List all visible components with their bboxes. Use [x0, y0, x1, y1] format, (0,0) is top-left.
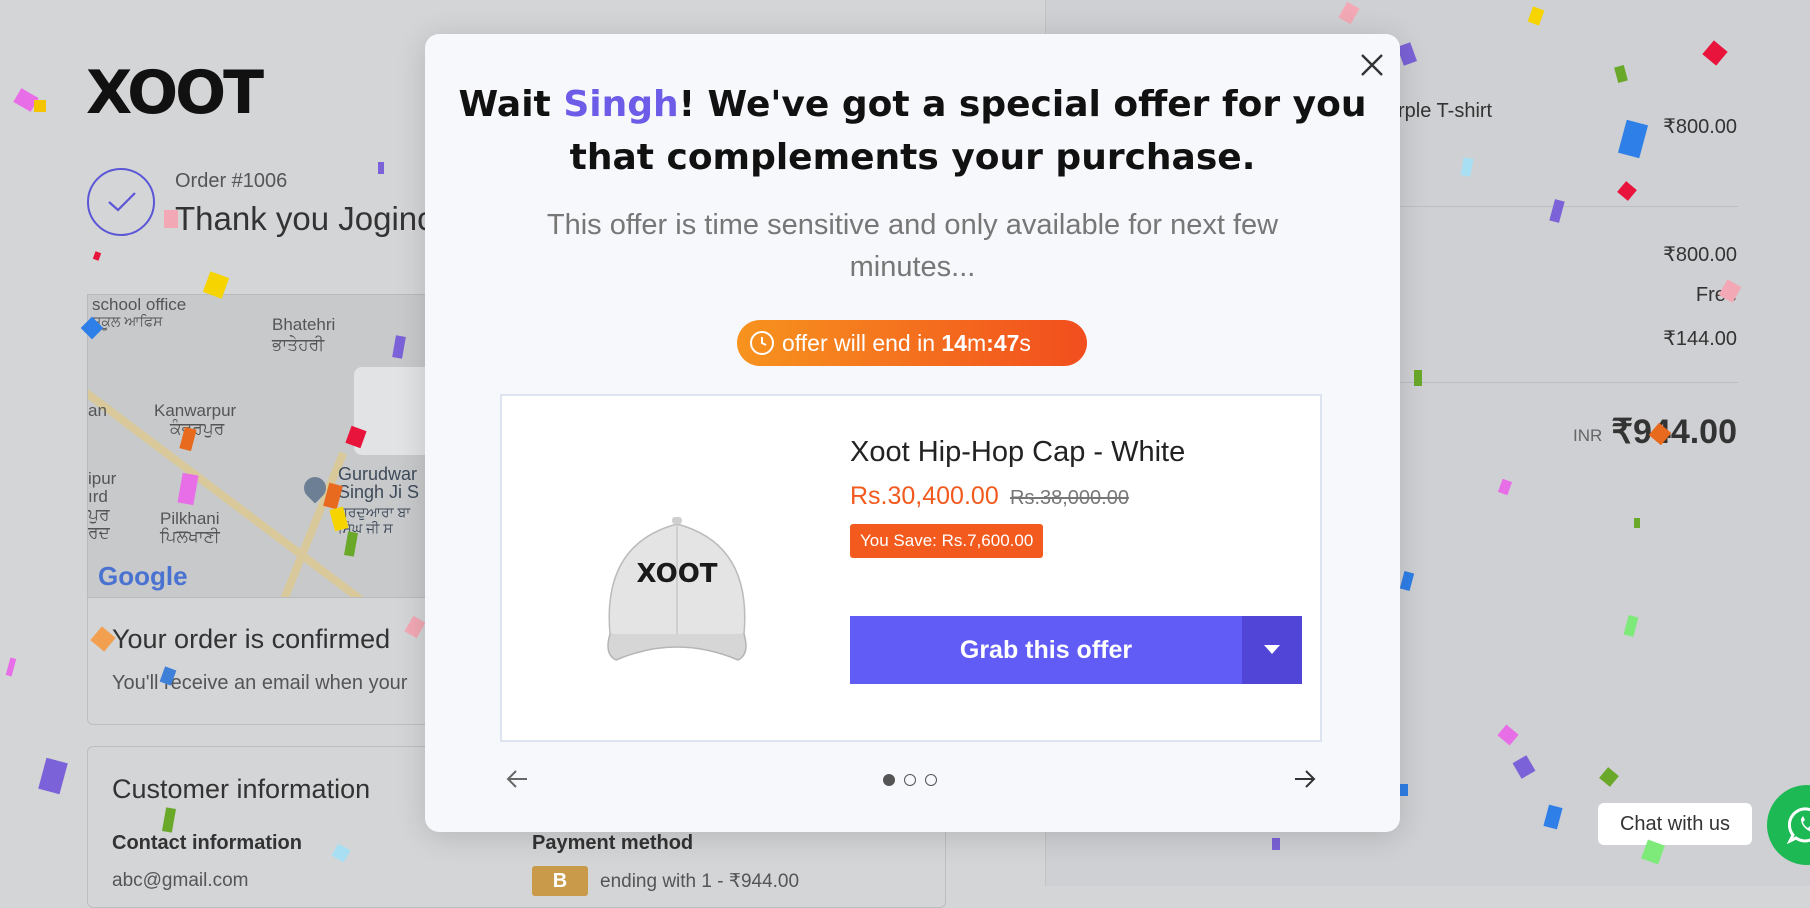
customer-name: Singh [563, 84, 679, 125]
savings-badge: You Save: Rs.7,600.00 [850, 524, 1044, 558]
cap-image-icon: XOOT [607, 517, 747, 661]
arrow-right-icon [1295, 770, 1316, 788]
chevron-down-icon [1264, 645, 1280, 654]
offer-title-suffix: ! We've got a special offer for you that… [569, 84, 1367, 178]
carousel-dot[interactable] [883, 774, 895, 786]
countdown-seconds: 47 [993, 330, 1020, 356]
offer-subtitle: This offer is time sensitive and only av… [546, 209, 1279, 283]
carousel-dot[interactable] [904, 774, 916, 786]
countdown-seconds-unit: s [1019, 330, 1031, 356]
carousel-indicators [883, 774, 953, 790]
countdown-text: offer will end in 14m:47s [782, 320, 1031, 366]
countdown-minutes: 14 [941, 330, 967, 356]
arrow-left-icon [506, 770, 527, 788]
carousel-next-button[interactable] [1293, 768, 1317, 795]
product-price: Rs.30,400.00 [850, 482, 999, 510]
offer-title: Wait Singh! We've got a special offer fo… [455, 78, 1370, 184]
cap-logo-text: XOOT [636, 559, 717, 589]
product-name[interactable]: Xoot Hip-Hop Cap - White [850, 436, 1185, 469]
upsell-offer-modal: Wait Singh! We've got a special offer fo… [425, 34, 1400, 832]
clock-icon [750, 331, 774, 355]
offer-countdown-timer: offer will end in 14m:47s [737, 320, 1087, 366]
grab-offer-button[interactable]: Grab this offer [850, 616, 1242, 684]
product-image[interactable]: XOOT [582, 484, 772, 679]
carousel-dot[interactable] [925, 774, 937, 786]
countdown-prefix: offer will end in [782, 330, 942, 356]
countdown-minutes-unit: m [966, 330, 987, 356]
offer-options-dropdown[interactable] [1242, 616, 1302, 684]
carousel-prev-button[interactable] [505, 768, 529, 795]
offer-product-card: XOOT Xoot Hip-Hop Cap - White Rs.30,400.… [500, 394, 1322, 742]
offer-title-prefix: Wait [458, 84, 564, 125]
product-compare-price: Rs.38,000.00 [1010, 487, 1129, 509]
countdown-separator: : [986, 330, 994, 356]
